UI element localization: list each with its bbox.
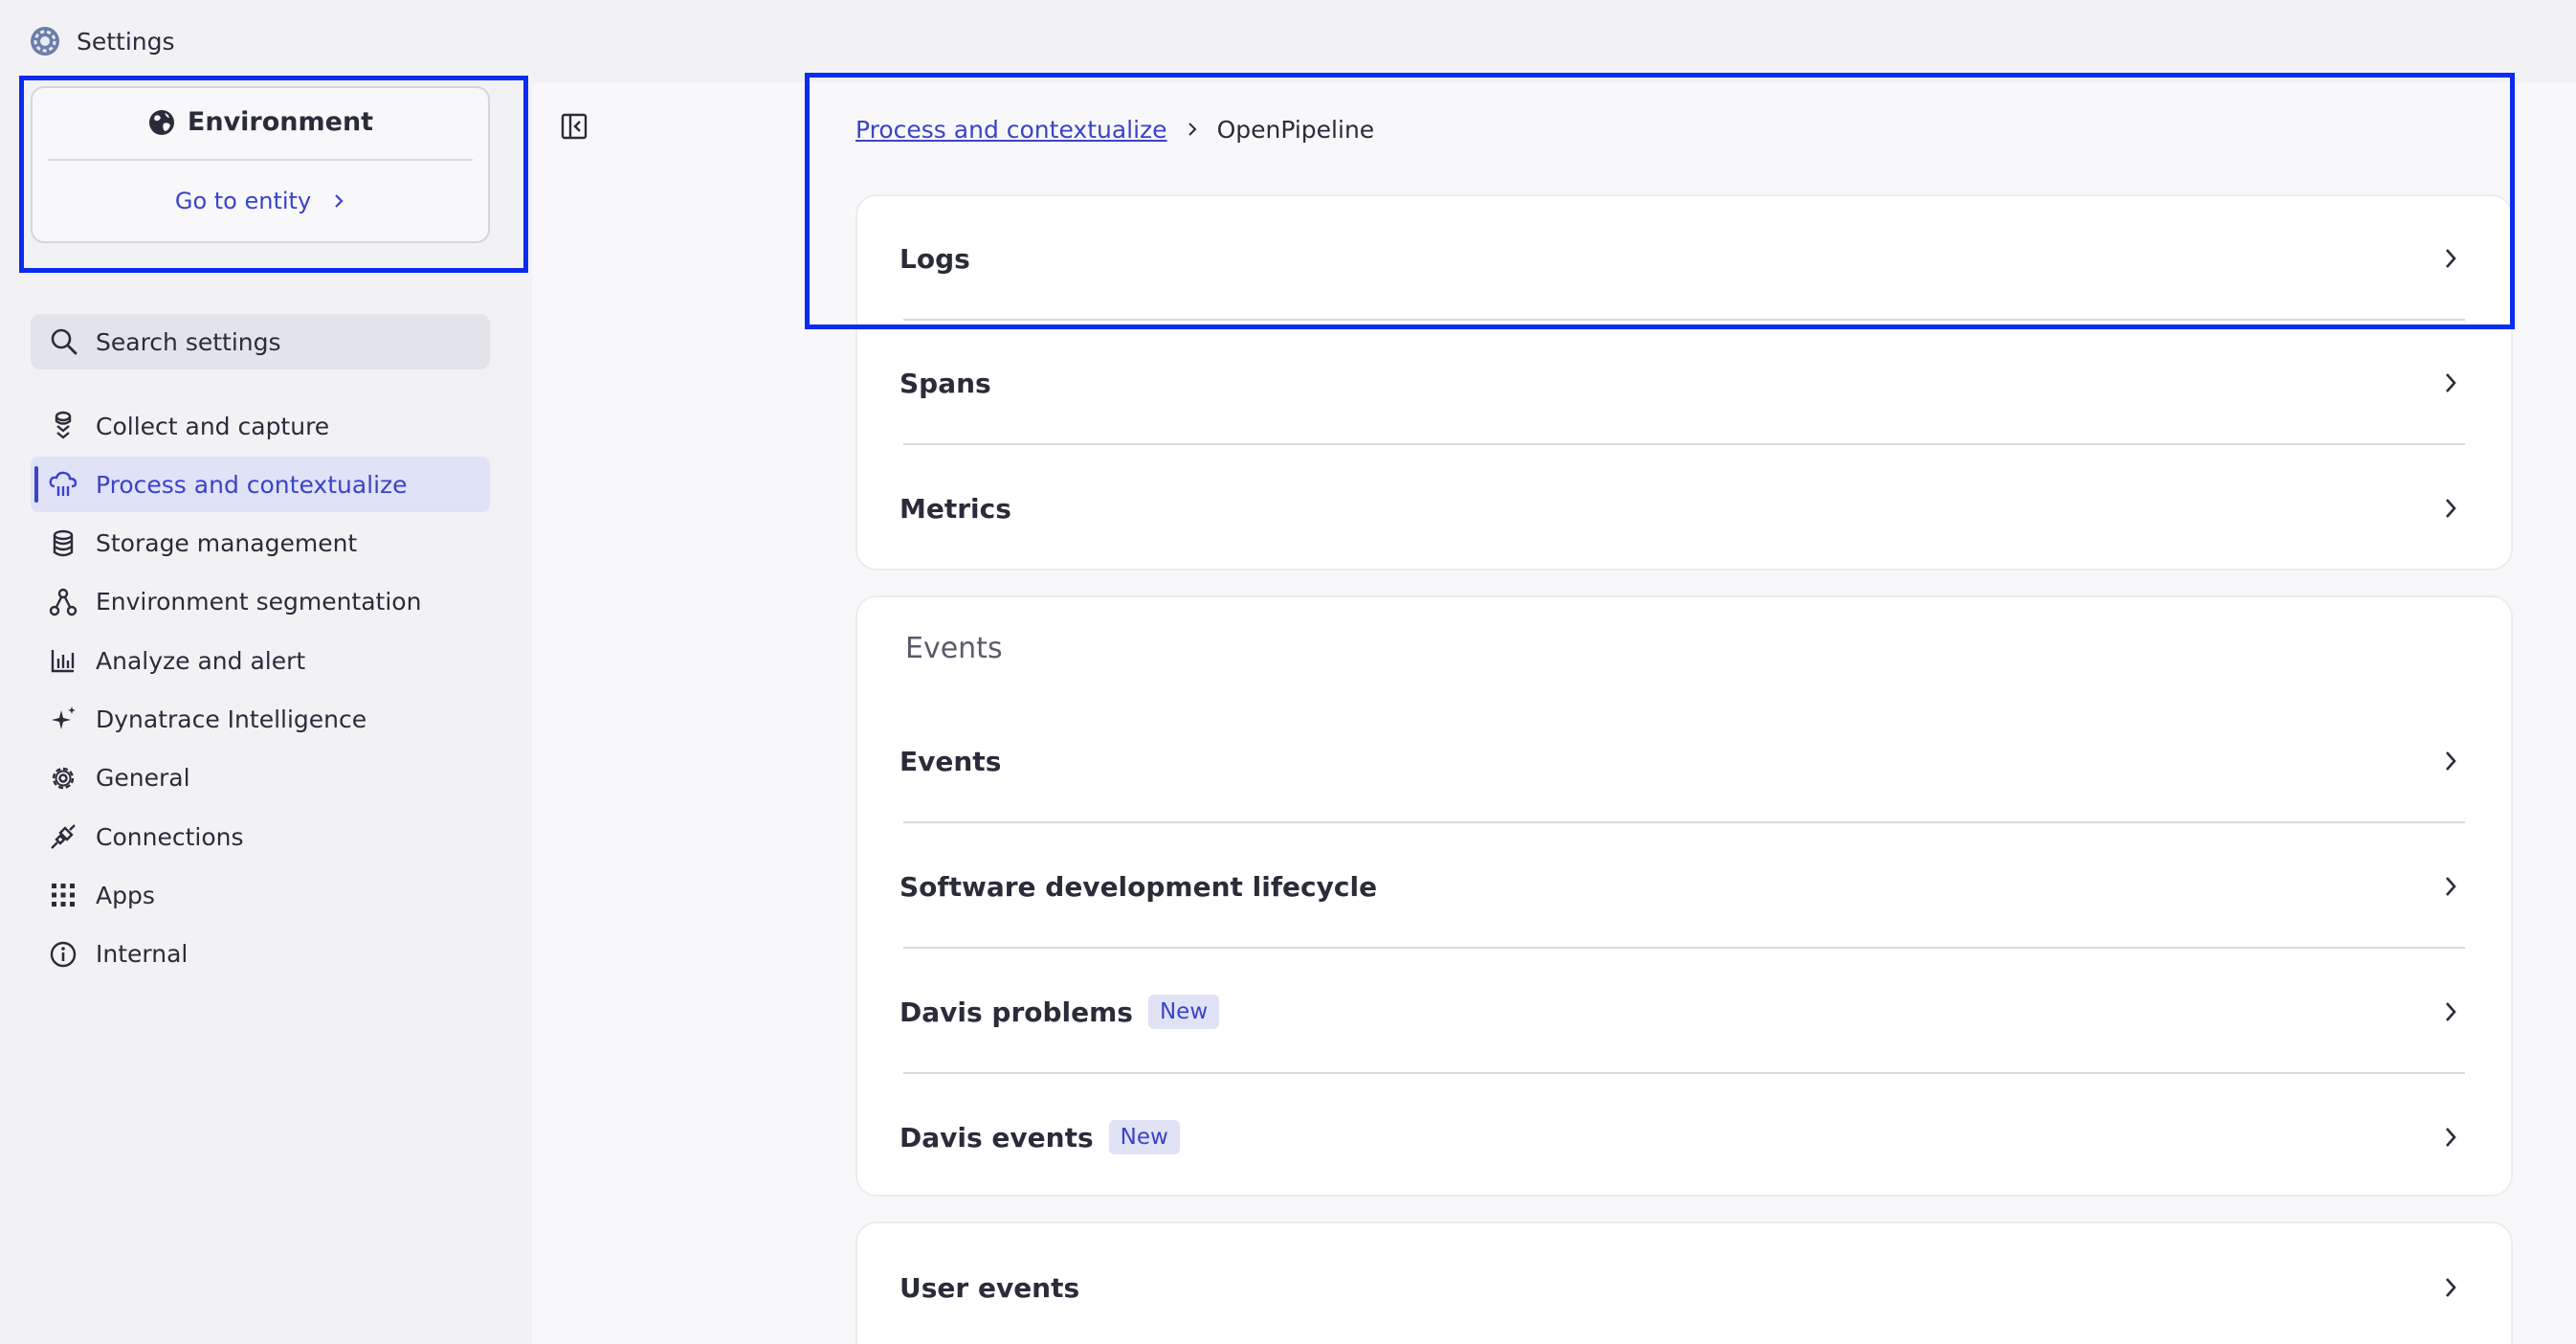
breadcrumb-current: OpenPipeline [1216, 115, 1375, 144]
sidebar-item-label: Environment segmentation [96, 588, 422, 616]
pipeline-card-user-events: User events [855, 1221, 2513, 1344]
sidebar-item-label: Apps [96, 881, 155, 909]
list-item-events[interactable]: Events [857, 699, 2511, 823]
settings-gear-icon [29, 25, 61, 57]
chevron-right-icon [2442, 1274, 2459, 1301]
sidebar-item-label: Dynatrace Intelligence [96, 705, 367, 733]
row-label: Metrics [899, 492, 1011, 525]
chevron-right-icon [2442, 873, 2459, 900]
chart-icon [48, 645, 78, 676]
segmentation-icon [48, 587, 78, 617]
apps-grid-icon [48, 880, 78, 910]
list-item-davis-events[interactable]: Davis events New [857, 1075, 2511, 1199]
section-title: Events [905, 632, 1003, 665]
breadcrumb-parent-link[interactable]: Process and contextualize [855, 116, 1167, 144]
process-icon [48, 469, 78, 500]
sidebar-item-label: General [96, 764, 190, 793]
globe-icon [147, 108, 176, 137]
chevron-right-icon [2442, 370, 2459, 396]
new-badge: New [1147, 995, 1220, 1029]
go-to-entity-link[interactable]: Go to entity [33, 188, 488, 214]
breadcrumb-separator-icon [1187, 121, 1198, 138]
list-item-user-events[interactable]: User events [857, 1225, 2511, 1344]
row-label: Spans [899, 367, 991, 399]
sidebar-item-process-and-contextualize[interactable]: Process and contextualize [31, 457, 490, 513]
row-divider [903, 821, 2465, 823]
chevron-right-icon [2442, 1124, 2459, 1151]
collect-icon [48, 411, 78, 441]
info-icon [48, 939, 78, 970]
sidebar-item-dynatrace-intelligence[interactable]: Dynatrace Intelligence [31, 691, 490, 747]
row-divider [903, 1072, 2465, 1074]
sidebar-item-label: Connections [96, 822, 244, 851]
breadcrumb: Process and contextualize OpenPipeline [855, 113, 1374, 146]
sidebar-item-label: Collect and capture [96, 412, 330, 440]
list-item-davis-problems[interactable]: Davis problems New [857, 950, 2511, 1074]
chevron-right-icon [2442, 748, 2459, 774]
sidebar-item-collect-and-capture[interactable]: Collect and capture [31, 398, 490, 454]
row-divider [903, 443, 2465, 445]
sidebar-item-internal[interactable]: Internal [31, 927, 490, 982]
collapse-sidebar-button[interactable] [561, 113, 589, 142]
settings-nav: Collect and capture Process and contextu… [31, 398, 490, 985]
sidebar-item-storage-management[interactable]: Storage management [31, 516, 490, 571]
sidebar-item-general[interactable]: General [31, 750, 490, 806]
sidebar-item-label: Analyze and alert [96, 646, 306, 675]
chevron-right-icon [2442, 245, 2459, 272]
sidebar-item-apps[interactable]: Apps [31, 867, 490, 923]
environment-title: Environment [33, 107, 488, 137]
app-title: Settings [77, 27, 175, 56]
row-label: Events [899, 745, 1002, 777]
row-label: Davis events [899, 1121, 1094, 1154]
environment-divider [48, 159, 473, 161]
row-label: Logs [899, 242, 970, 275]
list-item-spans[interactable]: Spans [857, 321, 2511, 445]
chevron-right-icon [2442, 998, 2459, 1025]
sidebar-item-label: Storage management [96, 529, 358, 558]
sidebar-item-analyze-and-alert[interactable]: Analyze and alert [31, 633, 490, 688]
sidebar-item-connections[interactable]: Connections [31, 809, 490, 864]
list-item-software-development-lifecycle[interactable]: Software development lifecycle [857, 824, 2511, 949]
pipeline-card-telemetry: Logs Spans Metrics [855, 194, 2513, 571]
go-to-entity-label: Go to entity [174, 188, 312, 214]
sparkle-icon [48, 704, 78, 734]
sidebar-item-label: Process and contextualize [96, 470, 408, 499]
search-settings-input[interactable]: Search settings [31, 314, 490, 370]
row-divider [903, 947, 2465, 949]
sidebar: Environment Go to entity Search settings [0, 82, 532, 1344]
row-label: User events [899, 1271, 1080, 1304]
list-item-logs[interactable]: Logs [857, 196, 2511, 321]
gear-icon [48, 763, 78, 794]
new-badge: New [1108, 1120, 1180, 1154]
search-placeholder: Search settings [96, 327, 281, 356]
top-bar: Settings [0, 0, 2576, 82]
chevron-right-icon [2442, 495, 2459, 522]
environment-title-text: Environment [187, 107, 374, 137]
main-content: Process and contextualize OpenPipeline L… [532, 82, 2576, 1344]
sidebar-item-environment-segmentation[interactable]: Environment segmentation [31, 574, 490, 630]
search-icon [50, 327, 78, 356]
database-icon [48, 528, 78, 559]
row-label: Software development lifecycle [899, 870, 1378, 903]
sidebar-collapse-icon [561, 113, 588, 140]
row-label: Davis problems [899, 996, 1133, 1028]
chevron-right-icon [332, 192, 345, 210]
pipeline-card-events: Events Events Software development lifec… [855, 595, 2513, 1197]
sidebar-item-label: Internal [96, 940, 189, 969]
environment-card: Environment Go to entity [31, 86, 490, 243]
plug-icon [48, 821, 78, 852]
list-item-metrics[interactable]: Metrics [857, 446, 2511, 571]
